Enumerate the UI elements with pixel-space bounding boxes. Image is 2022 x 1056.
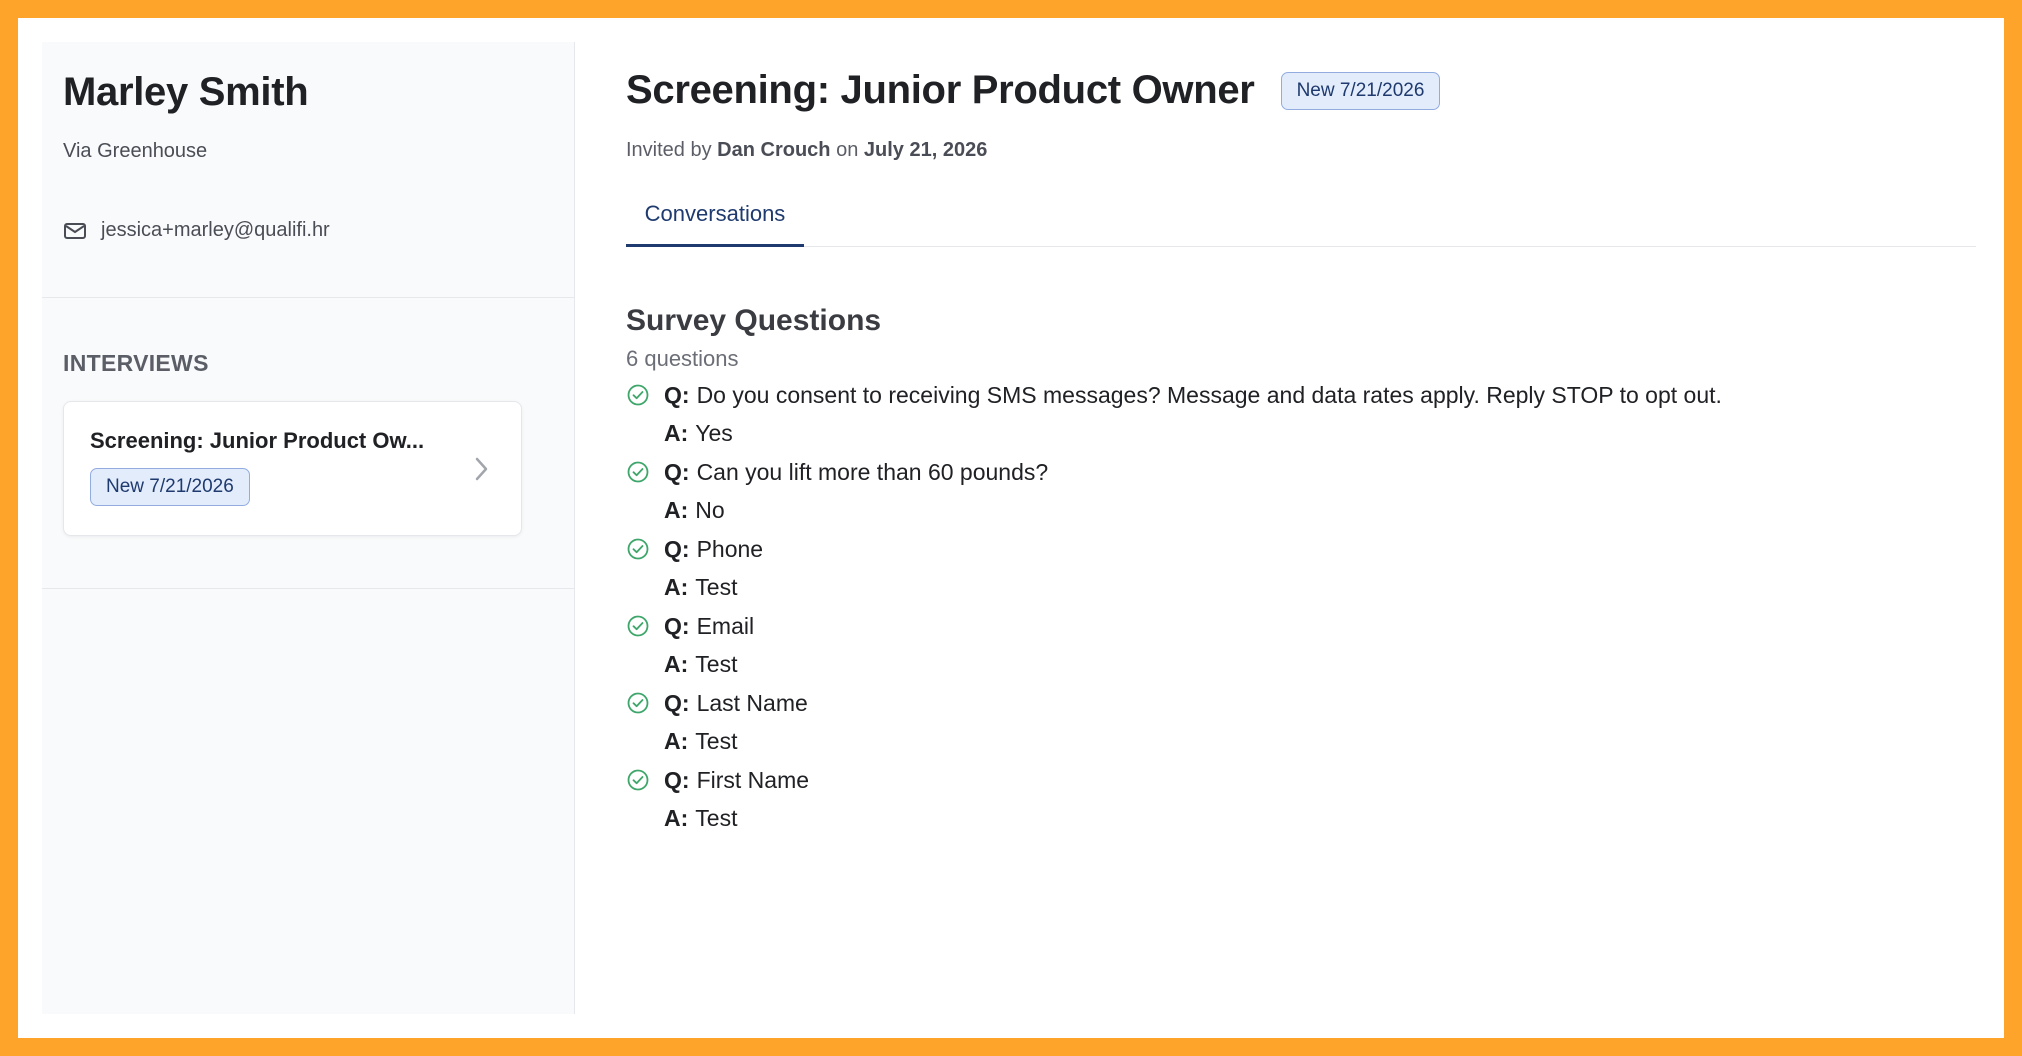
- question-label: Q:: [664, 689, 690, 716]
- app-frame: Marley Smith Via Greenhouse jessica+marl…: [18, 18, 2004, 1038]
- invited-by-line: Invited by Dan Crouch on July 21, 2026: [626, 139, 1976, 162]
- candidate-sidebar: Marley Smith Via Greenhouse jessica+marl…: [42, 42, 575, 1014]
- tab-bar: Conversations: [626, 194, 1976, 247]
- question-text: Can you lift more than 60 pounds?: [696, 458, 1049, 485]
- title-row: Screening: Junior Product Owner New 7/21…: [626, 68, 1976, 113]
- question-label: Q:: [664, 381, 690, 408]
- answer-row: A: Test: [626, 723, 1976, 762]
- question-text: Do you consent to receiving SMS messages…: [696, 381, 1722, 408]
- survey-item: Q: Can you lift more than 60 pounds? A: No: [626, 453, 1976, 530]
- candidate-card: Marley Smith Via Greenhouse jessica+marl…: [42, 42, 574, 298]
- question-text: Phone: [696, 535, 764, 562]
- invited-on-word: on: [836, 139, 859, 161]
- status-badge: New 7/21/2026: [90, 468, 250, 506]
- answer-row: A: Test: [626, 646, 1976, 685]
- question-row: Q: Email: [626, 607, 1976, 646]
- candidate-name: Marley Smith: [63, 70, 309, 114]
- check-circle-icon: [626, 614, 664, 638]
- survey-count: 6 questions: [626, 346, 739, 371]
- interviews-section: INTERVIEWS Screening: Junior Product Ow.…: [42, 298, 574, 589]
- question-label: Q:: [664, 766, 690, 793]
- answer-label: A:: [664, 651, 689, 678]
- interviews-heading: INTERVIEWS: [63, 350, 209, 376]
- mail-icon: [64, 222, 86, 239]
- question-row: Q: Can you lift more than 60 pounds?: [626, 453, 1976, 492]
- candidate-email-row[interactable]: jessica+marley@qualifi.hr: [63, 219, 553, 242]
- survey-item: Q: Phone A: Test: [626, 530, 1976, 607]
- question-row: Q: Do you consent to receiving SMS messag…: [626, 376, 1976, 415]
- survey-title: Survey Questions: [626, 304, 882, 337]
- survey-item: Q: Email A: Test: [626, 607, 1976, 684]
- answer-text: Test: [695, 728, 738, 755]
- answer-text: Yes: [695, 420, 733, 447]
- check-circle-icon: [626, 691, 664, 715]
- answer-label: A:: [664, 420, 689, 447]
- answer-label: A:: [664, 805, 689, 832]
- question-label: Q:: [664, 458, 690, 485]
- question-text: First Name: [696, 766, 810, 793]
- answer-label: A:: [664, 497, 689, 524]
- survey-item: Q: First Name A: Test: [626, 761, 1976, 838]
- question-row: Q: Phone: [626, 530, 1976, 569]
- survey-item: Q: Do you consent to receiving SMS messag…: [626, 376, 1976, 453]
- check-circle-icon: [626, 537, 664, 561]
- answer-text: No: [695, 497, 725, 524]
- question-text: Email: [696, 612, 755, 639]
- invited-date: July 21, 2026: [863, 139, 988, 161]
- answer-text: Test: [695, 805, 738, 832]
- question-label: Q:: [664, 612, 690, 639]
- question-label: Q:: [664, 535, 690, 562]
- survey-question-list: Q: Do you consent to receiving SMS messag…: [626, 376, 1976, 838]
- interview-card-title: Screening: Junior Product Ow...: [90, 428, 425, 453]
- answer-row: A: Test: [626, 569, 1976, 608]
- candidate-source: Via Greenhouse: [63, 140, 208, 162]
- question-row: Q: Last Name: [626, 684, 1976, 723]
- answer-label: A:: [664, 574, 689, 601]
- page-title: Screening: Junior Product Owner: [626, 68, 1255, 112]
- status-badge: New 7/21/2026: [1280, 71, 1441, 110]
- invited-prefix: Invited by: [626, 139, 712, 161]
- candidate-email[interactable]: jessica+marley@qualifi.hr: [101, 219, 330, 242]
- check-circle-icon: [626, 460, 664, 484]
- question-text: Last Name: [696, 689, 808, 716]
- interview-detail: Screening: Junior Product Owner New 7/21…: [626, 42, 1976, 838]
- check-circle-icon: [626, 768, 664, 792]
- chevron-right-icon[interactable]: [471, 456, 491, 482]
- check-circle-icon: [626, 383, 664, 407]
- answer-text: Test: [695, 651, 738, 678]
- answer-label: A:: [664, 728, 689, 755]
- interview-card[interactable]: Screening: Junior Product Ow... New 7/21…: [63, 401, 522, 536]
- inviter-name: Dan Crouch: [717, 139, 831, 161]
- answer-row: A: Yes: [626, 415, 1976, 454]
- survey-item: Q: Last Name A: Test: [626, 684, 1976, 761]
- question-row: Q: First Name: [626, 761, 1976, 800]
- answer-row: A: Test: [626, 800, 1976, 839]
- answer-row: A: No: [626, 492, 1976, 531]
- answer-text: Test: [695, 574, 738, 601]
- tab-conversations[interactable]: Conversations: [626, 194, 804, 247]
